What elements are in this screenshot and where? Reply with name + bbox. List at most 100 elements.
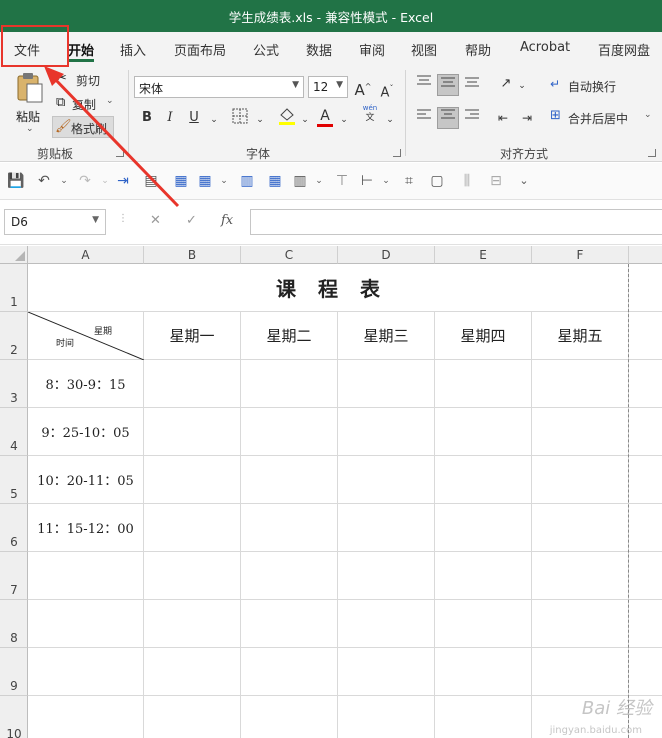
empty-cell[interactable]	[144, 504, 241, 552]
time-slot-cell[interactable]: 9：25-10：05	[28, 408, 144, 456]
tab-page-layout[interactable]: 页面布局	[174, 40, 226, 59]
empty-cell[interactable]	[532, 648, 629, 696]
wrap-text-button[interactable]: ↵ 自动换行	[550, 76, 630, 96]
insert-column-icon[interactable]: ⇥	[114, 172, 132, 190]
name-box[interactable]: D6 ▼	[4, 209, 106, 235]
empty-cell[interactable]	[28, 696, 144, 738]
underline-dropdown-icon[interactable]: ⌄	[204, 110, 224, 130]
empty-cell[interactable]	[144, 456, 241, 504]
row-header-3[interactable]: 3	[0, 360, 28, 408]
empty-cell[interactable]	[144, 408, 241, 456]
tab-help[interactable]: 帮助	[465, 40, 491, 59]
empty-cell[interactable]	[338, 648, 435, 696]
weekday-header[interactable]: 星期四	[435, 312, 532, 360]
tab-view[interactable]: 视图	[411, 40, 437, 59]
empty-cell[interactable]	[241, 600, 338, 648]
empty-cell[interactable]	[435, 552, 532, 600]
tab-baidu-netdisk[interactable]: 百度网盘	[598, 40, 650, 59]
row-header-4[interactable]: 4	[0, 408, 28, 456]
tab-review[interactable]: 审阅	[359, 40, 385, 59]
weekday-header[interactable]: 星期三	[338, 312, 435, 360]
fill-color-button[interactable]	[277, 106, 297, 126]
insert-rows-icon[interactable]: ▥	[238, 172, 256, 190]
tab-formulas[interactable]: 公式	[253, 40, 279, 59]
distribute-icon[interactable]: ⫼	[458, 172, 476, 190]
weekday-header[interactable]: 星期一	[144, 312, 241, 360]
empty-cell[interactable]	[435, 600, 532, 648]
grid-options-dropdown-icon[interactable]: ⌄	[215, 172, 233, 190]
merge-center-button[interactable]: ⊞ 合并后居中 ⌄	[550, 108, 660, 128]
empty-cell[interactable]	[338, 456, 435, 504]
copy-button[interactable]: ⧉ 复制 ⌄	[54, 94, 118, 114]
increase-indent-button[interactable]: ⇥	[517, 108, 537, 128]
row-header-8[interactable]: 8	[0, 600, 28, 648]
enter-icon[interactable]: ✓	[186, 213, 197, 228]
italic-button[interactable]: I	[160, 108, 180, 128]
empty-cell[interactable]	[629, 456, 662, 504]
fill-color-dropdown-icon[interactable]: ⌄	[295, 110, 315, 130]
weekday-header[interactable]: 星期五	[532, 312, 629, 360]
column-header-f[interactable]: F	[532, 246, 629, 264]
empty-cell[interactable]	[629, 408, 662, 456]
empty-cell[interactable]	[435, 360, 532, 408]
empty-cell[interactable]	[241, 552, 338, 600]
empty-cell[interactable]	[144, 696, 241, 738]
phonetic-button[interactable]: wén 文	[360, 104, 380, 128]
group-icon[interactable]: ⊟	[487, 172, 505, 190]
empty-cell[interactable]	[241, 456, 338, 504]
grid-icon[interactable]: ▦	[172, 172, 190, 190]
formula-input[interactable]	[250, 209, 662, 235]
grow-font-button[interactable]: A^	[353, 77, 373, 99]
column-header-e[interactable]: E	[435, 246, 532, 264]
tab-acrobat[interactable]: Acrobat	[520, 40, 570, 55]
align-bottom-button[interactable]	[462, 74, 482, 94]
empty-cell[interactable]	[532, 408, 629, 456]
font-launcher-icon[interactable]	[393, 149, 401, 157]
empty-cell[interactable]	[241, 504, 338, 552]
insert-cells-icon[interactable]: ▦	[266, 172, 284, 190]
undo-icon[interactable]: ↶	[35, 172, 53, 190]
shape-icon[interactable]: ▢	[428, 172, 446, 190]
empty-cell[interactable]	[338, 696, 435, 738]
alignment-launcher-icon[interactable]	[648, 149, 656, 157]
insert-function-icon[interactable]: fx	[221, 213, 233, 228]
align-objects-icon[interactable]: ⊢	[358, 172, 376, 190]
column-header-b[interactable]: B	[144, 246, 241, 264]
format-painter-button[interactable]: 🖌 格式刷	[52, 116, 114, 138]
column-header-a[interactable]: A	[28, 246, 144, 264]
empty-cell[interactable]	[338, 360, 435, 408]
empty-cell[interactable]	[629, 648, 662, 696]
align-middle-button[interactable]	[437, 74, 459, 96]
empty-cell[interactable]	[629, 360, 662, 408]
align-tops-icon[interactable]: ⊤	[333, 172, 351, 190]
font-name-select[interactable]: 宋体 ▼	[134, 76, 304, 98]
grid-options-icon[interactable]: ▦	[196, 172, 214, 190]
diagonal-header-cell[interactable]: 星期 时间	[28, 312, 144, 360]
row-header-9[interactable]: 9	[0, 648, 28, 696]
empty-cell[interactable]	[28, 648, 144, 696]
column-header-g[interactable]	[629, 246, 662, 264]
row-header-2[interactable]: 2	[0, 312, 28, 360]
empty-cell[interactable]	[144, 360, 241, 408]
empty-cell[interactable]	[28, 552, 144, 600]
empty-cell[interactable]	[629, 600, 662, 648]
empty-cell[interactable]	[435, 456, 532, 504]
tab-home[interactable]: 开始	[68, 40, 94, 59]
empty-cell[interactable]	[28, 600, 144, 648]
column-header-c[interactable]: C	[241, 246, 338, 264]
columns-icon[interactable]: ▥	[291, 172, 309, 190]
copy-dropdown-icon[interactable]: ⌄	[106, 96, 114, 106]
merge-dropdown-icon[interactable]: ⌄	[644, 110, 652, 120]
empty-cell[interactable]	[241, 648, 338, 696]
align-center-button[interactable]	[437, 107, 459, 129]
redo-icon[interactable]: ↷	[76, 172, 94, 190]
title-cell[interactable]: 课程表	[28, 264, 629, 312]
empty-cell[interactable]	[338, 504, 435, 552]
empty-cell[interactable]	[435, 696, 532, 738]
tab-data[interactable]: 数据	[306, 40, 332, 59]
empty-cell[interactable]	[144, 648, 241, 696]
row-header-10[interactable]: 10	[0, 696, 28, 738]
time-slot-cell[interactable]: 8：30-9：15	[28, 360, 144, 408]
font-color-dropdown-icon[interactable]: ⌄	[334, 110, 354, 130]
select-all-corner[interactable]	[0, 246, 28, 264]
